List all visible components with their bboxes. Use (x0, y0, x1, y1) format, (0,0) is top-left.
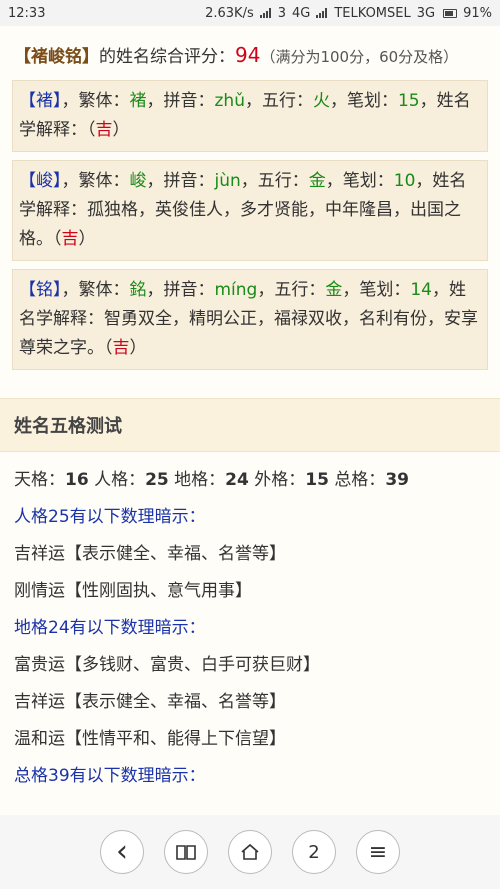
wuge-line: 刚情运【性刚固执、意气用事】 (14, 581, 252, 601)
char-trad: 褚 (129, 91, 147, 111)
book-icon[interactable] (164, 830, 208, 874)
char-strokes: 10 (393, 171, 416, 191)
net1-label: 3 (277, 5, 286, 21)
score-name: 【褚峻铭】 (14, 47, 99, 67)
score-label: 的姓名综合评分： (99, 47, 235, 67)
book-glyph (176, 845, 196, 860)
char-text: ，拼音： (146, 280, 215, 300)
char-text: ，拼音： (146, 171, 215, 191)
char-text: ，繁体： (61, 91, 130, 111)
wuge-line: 富贵运【多钱财、富贵、白手可获巨财】 (14, 655, 320, 675)
net1-type: 4G (292, 5, 311, 21)
wuge-line: 温和运【性情平和、能得上下信望】 (14, 729, 286, 749)
wuge-line: 吉祥运【表示健全、幸福、名誉等】 (14, 692, 286, 712)
char-name: 【峻】 (19, 171, 62, 191)
battery-icon (443, 8, 458, 18)
char-text: ） (78, 229, 96, 249)
char-text: ） (112, 120, 130, 140)
score-value: 94 (235, 43, 261, 67)
tian-label: 天格： (14, 470, 65, 490)
char-pinyin: míng (214, 280, 258, 300)
menu-icon[interactable]: ≡ (356, 830, 400, 874)
char-text: ，拼音： (146, 91, 215, 111)
status-right: 2.63K/s 3 4G TELKOMSEL 3G 91% (205, 6, 492, 21)
net2-type: 3G (416, 5, 436, 21)
tabs-button[interactable]: 2 (292, 830, 336, 874)
char-text: ，繁体： (61, 171, 130, 191)
char-pinyin: jùn (214, 171, 241, 191)
char-text: ，五行： (257, 280, 326, 300)
home-glyph (241, 843, 259, 860)
char-text: ，繁体： (61, 280, 130, 300)
char-name: 【铭】 (19, 280, 62, 300)
char-wuxing: 金 (325, 280, 343, 300)
char-card-2: 【峻】，繁体：峻，拼音：jùn，五行：金，笔划：10，姓名学解释：孤独格，英俊佳… (12, 160, 488, 261)
char-text: ） (129, 338, 147, 358)
char-text: ，五行： (240, 171, 309, 191)
char-strokes: 14 (410, 280, 432, 300)
char-result: 吉 (95, 120, 113, 140)
wuge-line: 吉祥运【表示健全、幸福、名誉等】 (14, 544, 286, 564)
zong-label: 总格： (334, 470, 386, 490)
wuge-summary: 天格：16 人格：25 地格：24 外格：15 总格：39 (14, 462, 486, 499)
menu-glyph: ≡ (368, 839, 388, 865)
char-wuxing: 金 (308, 171, 326, 191)
signal-1-icon (259, 8, 272, 18)
char-result: 吉 (61, 229, 79, 249)
char-strokes: 15 (397, 91, 420, 111)
char-trad: 峻 (129, 171, 147, 191)
score-summary: 【褚峻铭】的姓名综合评分：94（满分为100分，60分及格） (0, 26, 500, 72)
wuge-block: 天格：16 人格：25 地格：24 外格：15 总格：39 人格25有以下数理暗… (0, 452, 500, 795)
net-speed: 2.63K/s (205, 5, 254, 21)
char-wuxing: 火 (312, 91, 330, 111)
tian-value: 16 (65, 470, 89, 490)
wai-value: 15 (305, 470, 329, 490)
wuge-line: 总格39有以下数理暗示： (14, 766, 206, 786)
char-card-1: 【褚】，繁体：褚，拼音：zhǔ，五行：火，笔划：15，姓名学解释：（吉） (12, 80, 488, 152)
carrier-name: TELKOMSEL (334, 5, 411, 21)
char-text: ，笔划： (342, 280, 411, 300)
char-text: ，五行： (244, 91, 313, 111)
ren-value: 25 (145, 470, 169, 490)
di-value: 24 (225, 470, 249, 490)
page-content: 【褚峻铭】的姓名综合评分：94（满分为100分，60分及格） 【褚】，繁体：褚，… (0, 26, 500, 795)
char-pinyin: zhǔ (214, 91, 245, 111)
back-glyph: ‹ (116, 834, 128, 869)
battery-percent: 91% (463, 5, 492, 21)
char-text: ，笔划： (325, 171, 394, 191)
wai-label: 外格： (254, 470, 306, 490)
wuge-line: 人格25有以下数理暗示： (14, 507, 206, 527)
char-card-3: 【铭】，繁体：銘，拼音：míng，五行：金，笔划：14，姓名学解释：智勇双全，精… (12, 269, 488, 370)
signal-2-icon (316, 8, 328, 18)
status-bar: 12:33 2.63K/s 3 4G TELKOMSEL 3G 91% (0, 0, 500, 26)
char-trad: 銘 (129, 280, 147, 300)
score-note: （满分为100分，60分及格） (260, 48, 459, 66)
section-title: 姓名五格测试 (0, 398, 500, 452)
char-text: ，笔划： (329, 91, 398, 111)
char-result: 吉 (112, 338, 130, 358)
char-name: 【褚】 (19, 91, 62, 111)
home-icon[interactable] (228, 830, 272, 874)
bottom-nav: ‹ 2 ≡ (0, 815, 500, 889)
ren-label: 人格： (94, 470, 146, 490)
back-icon[interactable]: ‹ (100, 830, 144, 874)
status-time: 12:33 (8, 5, 46, 21)
di-label: 地格： (174, 470, 226, 490)
zong-value: 39 (385, 470, 409, 490)
wuge-line: 地格24有以下数理暗示： (14, 618, 206, 638)
tabs-count: 2 (308, 841, 320, 863)
